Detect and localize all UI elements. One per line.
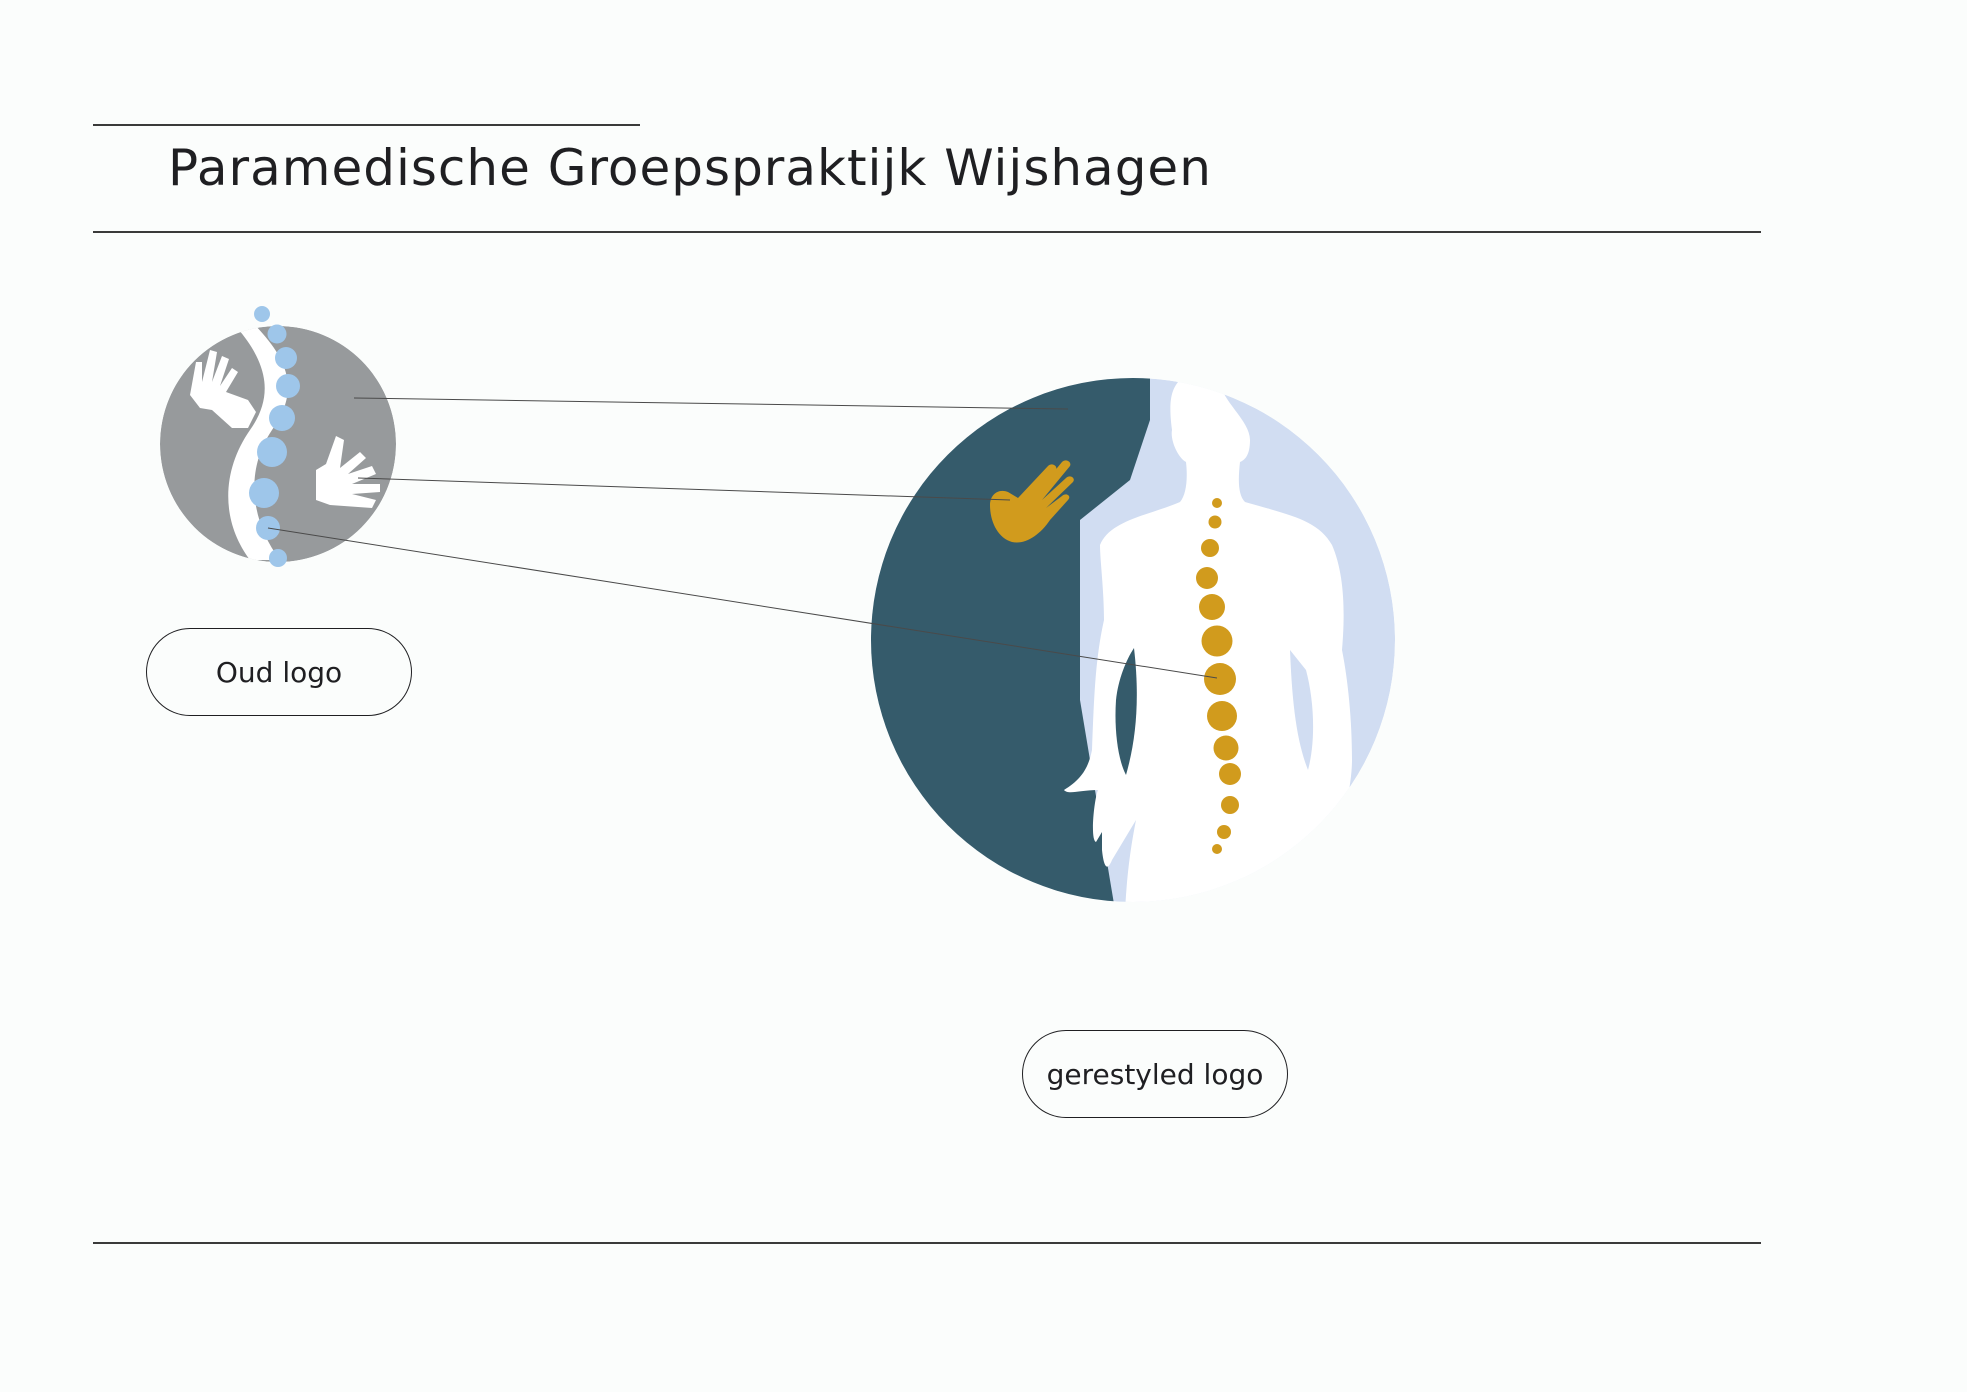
bottom-rule <box>93 1242 1761 1244</box>
new-logo <box>871 378 1395 902</box>
old-logo-label: Oud logo <box>146 628 412 716</box>
connector-line-circle <box>353 397 1069 410</box>
new-logo-label: gerestyled logo <box>1022 1030 1288 1118</box>
connector-line-hand <box>357 477 1011 501</box>
old-logo <box>160 306 396 567</box>
